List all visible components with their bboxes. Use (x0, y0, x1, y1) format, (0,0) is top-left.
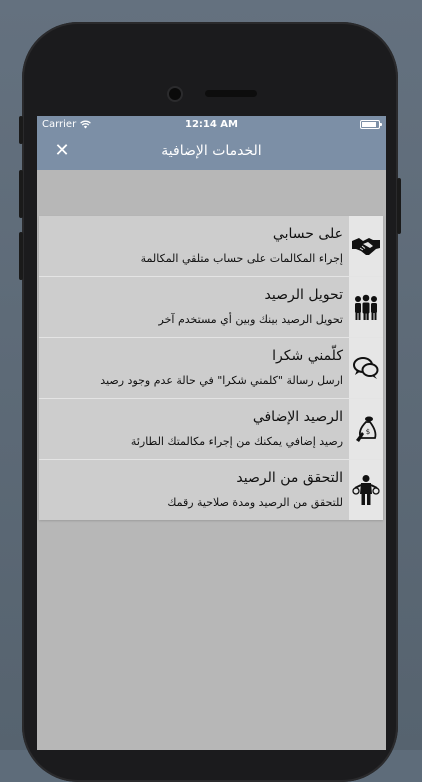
earpiece-speaker (205, 90, 257, 97)
service-item-balance-transfer[interactable]: تحويل الرصيد تحويل الرصيد بينك وبين أي م… (39, 277, 383, 338)
service-texts: الرصيد الإضافي رصيد إضافي يمكنك من إجراء… (45, 399, 343, 459)
service-texts: تحويل الرصيد تحويل الرصيد بينك وبين أي م… (45, 277, 343, 337)
service-item-call-me-please[interactable]: كلّمني شكرا ارسل رسالة "كلمني شكرا" في ح… (39, 338, 383, 399)
navigation-bar: ✕ الخدمات الإضافية (37, 134, 386, 170)
silent-switch (19, 116, 23, 144)
front-camera (169, 88, 181, 100)
volume-up-button (19, 170, 23, 218)
people-group-icon (349, 277, 383, 337)
service-item-on-my-account[interactable]: على حسابي إجراء المكالمات على حساب متلقي… (39, 216, 383, 277)
status-time: 12:14 AM (184, 119, 238, 130)
page-title: الخدمات الإضافية (161, 143, 262, 159)
service-description: رصيد إضافي يمكنك من إجراء مكالمتك الطارئ… (130, 435, 343, 448)
service-texts: كلّمني شكرا ارسل رسالة "كلمني شكرا" في ح… (45, 338, 343, 398)
service-description: إجراء المكالمات على حساب متلقي المكالمة (140, 252, 343, 265)
power-button (397, 178, 401, 234)
service-title: على حسابي (272, 226, 343, 242)
person-balance-icon (349, 460, 383, 520)
service-texts: على حسابي إجراء المكالمات على حساب متلقي… (45, 216, 343, 276)
svg-text:$: $ (366, 428, 370, 436)
battery-icon (360, 120, 382, 129)
service-description: ارسل رسالة "كلمني شكرا" في حالة عدم وجود… (100, 374, 343, 387)
services-list: على حسابي إجراء المكالمات على حساب متلقي… (39, 216, 383, 520)
status-bar: Carrier 12:14 AM (37, 116, 386, 134)
volume-down-button (19, 232, 23, 280)
content-area: على حسابي إجراء المكالمات على حساب متلقي… (37, 170, 386, 750)
service-texts: التحقق من الرصيد للتحقق من الرصيد ومدة ص… (45, 460, 343, 520)
service-title: التحقق من الرصيد (236, 470, 343, 486)
service-title: تحويل الرصيد (264, 287, 343, 303)
service-item-extra-balance[interactable]: الرصيد الإضافي رصيد إضافي يمكنك من إجراء… (39, 399, 383, 460)
screen: Carrier 12:14 AM ✕ الخدمات الإضافية على … (37, 116, 386, 750)
service-description: للتحقق من الرصيد ومدة صلاحية رقمك (167, 496, 343, 509)
money-bag-icon: $ (349, 399, 383, 459)
service-title: كلّمني شكرا (272, 348, 343, 364)
chat-bubbles-icon (349, 338, 383, 398)
service-description: تحويل الرصيد بينك وبين أي مستخدم آخر (158, 313, 343, 326)
service-item-check-balance[interactable]: التحقق من الرصيد للتحقق من الرصيد ومدة ص… (39, 460, 383, 520)
service-title: الرصيد الإضافي (252, 409, 343, 425)
handshake-icon (349, 216, 383, 276)
